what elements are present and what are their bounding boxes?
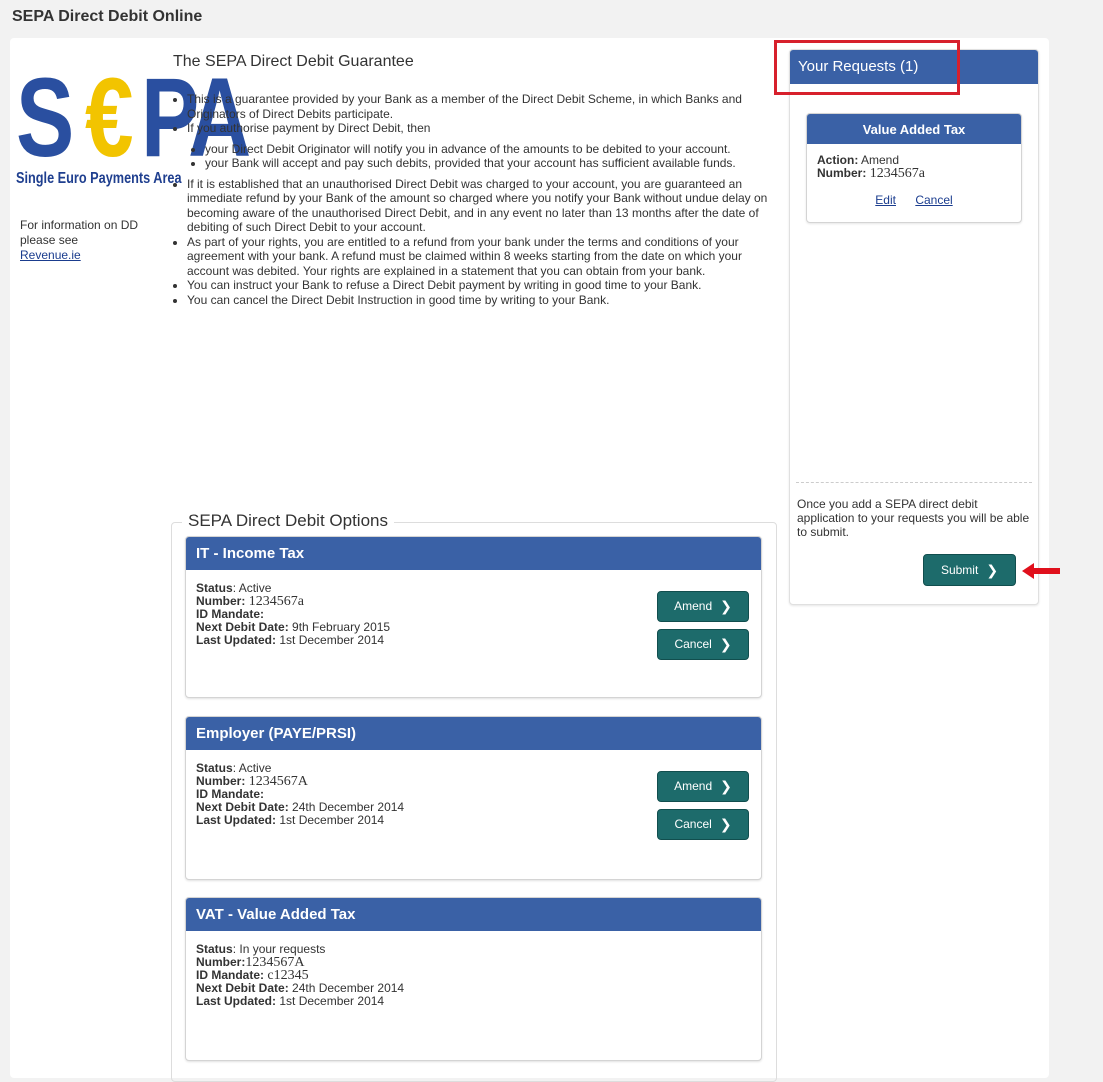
logo-letter-s: S: [16, 55, 74, 180]
id-mandate-label: ID Mandate:: [196, 787, 265, 801]
request-card-title: Value Added Tax: [807, 114, 1021, 144]
id-mandate-label: ID Mandate:: [196, 968, 265, 982]
tax-card-body: Status: Active Number: 1234567A ID Manda…: [186, 750, 761, 840]
next-debit-value: 9th February 2015: [292, 620, 391, 634]
request-links: Edit Cancel: [817, 194, 1011, 207]
guarantee-text: This is a guarantee provided by your Ban…: [173, 92, 773, 307]
sepa-logo-mark: S € PA: [16, 55, 251, 180]
tax-card-title: VAT - Value Added Tax: [186, 898, 761, 931]
number-value: 1234567a: [869, 166, 925, 181]
id-mandate-label: ID Mandate:: [196, 607, 265, 621]
status-value: Active: [238, 761, 272, 775]
guarantee-item: This is a guarantee provided by your Ban…: [187, 92, 773, 121]
cancel-link[interactable]: Cancel: [915, 193, 952, 207]
action-value: Amend: [861, 153, 900, 167]
submit-button[interactable]: Submit ❯: [923, 554, 1016, 586]
amend-button-label: Amend: [674, 599, 713, 613]
edit-link[interactable]: Edit: [875, 193, 896, 207]
app-title: SEPA Direct Debit Online: [12, 8, 203, 25]
amend-button-label: Amend: [674, 779, 713, 793]
guarantee-sub-item: your Direct Debit Originator will notify…: [205, 142, 773, 157]
tax-card-title: IT - Income Tax: [186, 537, 761, 570]
tax-card-income-tax: IT - Income Tax Status: Active Number: 1…: [185, 536, 762, 698]
chevron-right-icon: ❯: [720, 778, 732, 794]
guarantee-item: If you authorise payment by Direct Debit…: [187, 121, 773, 136]
next-debit-label: Next Debit Date:: [196, 800, 289, 814]
next-debit-value: 24th December 2014: [292, 981, 405, 995]
number-label: Number:: [196, 955, 246, 969]
submit-button-label: Submit: [940, 563, 979, 577]
info-text: For information on DD please see Revenue…: [20, 218, 160, 263]
cancel-button[interactable]: Cancel ❯: [657, 809, 749, 840]
cancel-button[interactable]: Cancel ❯: [657, 629, 749, 660]
status-label: Status: [196, 761, 233, 775]
status-value: In your requests: [239, 942, 326, 956]
last-updated-value: 1st December 2014: [279, 994, 385, 1008]
tax-card-body: Status: In your requests Number:1234567A…: [196, 942, 405, 1008]
guarantee-item: If it is established that an unauthorise…: [187, 177, 773, 235]
logo-euro-sign: €: [84, 55, 134, 180]
amend-button[interactable]: Amend ❯: [657, 591, 749, 622]
options-legend: SEPA Direct Debit Options: [182, 511, 394, 531]
guarantee-title: The SEPA Direct Debit Guarantee: [173, 53, 414, 70]
number-label: Number:: [817, 166, 867, 180]
next-debit-label: Next Debit Date:: [196, 981, 289, 995]
last-updated-label: Last Updated:: [196, 813, 277, 827]
next-debit-label: Next Debit Date:: [196, 620, 289, 634]
number-label: Number:: [196, 594, 246, 608]
cancel-button-label: Cancel: [674, 817, 712, 831]
tax-card-body: Status: Active Number: 1234567a ID Manda…: [186, 570, 761, 660]
submit-note: Once you add a SEPA direct debit applica…: [797, 497, 1030, 539]
tax-card-title: Employer (PAYE/PRSI): [186, 717, 761, 750]
info-label: For information on DD please see: [20, 218, 139, 247]
cancel-button-label: Cancel: [674, 637, 712, 651]
guarantee-item: As part of your rights, you are entitled…: [187, 235, 773, 279]
sepa-logo: S € PA Single Euro Payments Area: [16, 55, 251, 188]
tax-card-vat: VAT - Value Added Tax Status: In your re…: [185, 897, 762, 1061]
request-card-body: Action: Amend Number: 1234567a Edit Canc…: [807, 144, 1021, 207]
highlight-box: [774, 40, 960, 95]
guarantee-item: You can cancel the Direct Debit Instruct…: [187, 293, 773, 308]
red-arrow-left-icon: [1022, 563, 1060, 579]
status-label: Status: [196, 581, 233, 595]
status-value: Active: [238, 581, 272, 595]
amend-button[interactable]: Amend ❯: [657, 771, 749, 802]
tax-card-employer: Employer (PAYE/PRSI) Status: Active Numb…: [185, 716, 762, 880]
guarantee-item: You can instruct your Bank to refuse a D…: [187, 278, 773, 293]
guarantee-sub-item: your Bank will accept and pay such debit…: [205, 156, 773, 171]
last-updated-value: 1st December 2014: [279, 813, 385, 827]
chevron-right-icon: ❯: [720, 598, 732, 614]
last-updated-label: Last Updated:: [196, 633, 277, 647]
last-updated-label: Last Updated:: [196, 994, 277, 1008]
request-card: Value Added Tax Action: Amend Number: 12…: [806, 113, 1022, 223]
chevron-right-icon: ❯: [719, 636, 732, 652]
revenue-link[interactable]: Revenue.ie: [20, 248, 81, 262]
action-label: Action:: [817, 153, 859, 167]
divider: [796, 482, 1032, 483]
last-updated-value: 1st December 2014: [279, 633, 385, 647]
status-label: Status: [196, 942, 233, 956]
logo-subtitle: Single Euro Payments Area: [16, 170, 182, 187]
chevron-right-icon: ❯: [986, 561, 999, 578]
chevron-right-icon: ❯: [719, 816, 732, 832]
number-label: Number:: [196, 774, 246, 788]
next-debit-value: 24th December 2014: [292, 800, 405, 814]
